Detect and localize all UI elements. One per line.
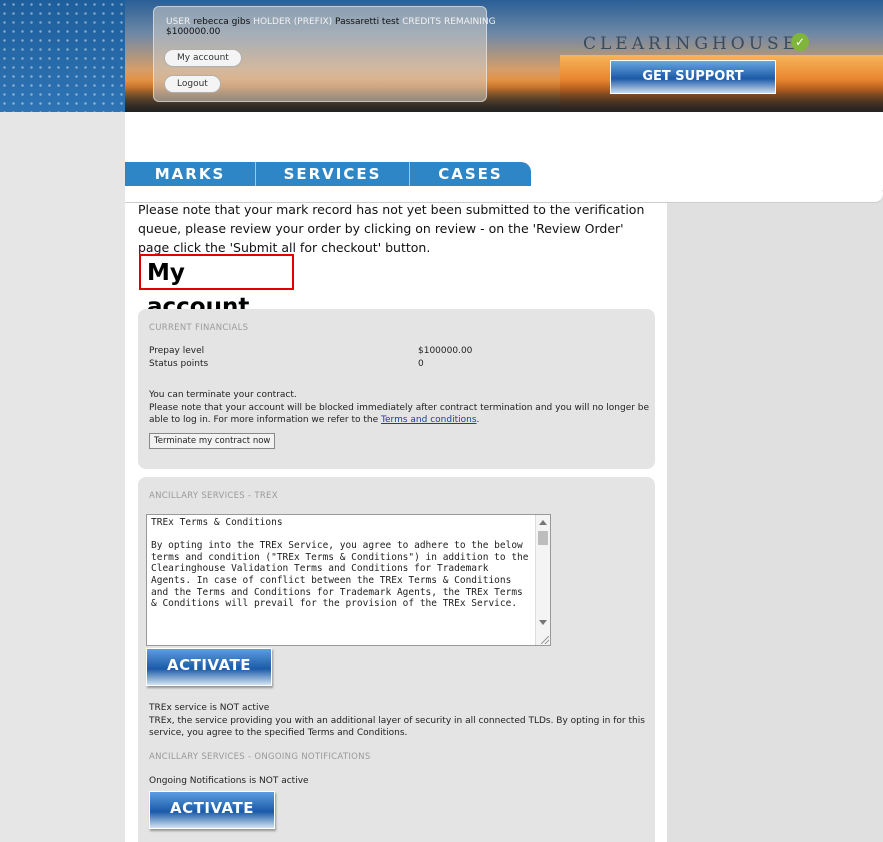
notifications-heading: ANCILLARY SERVICES - ONGOING NOTIFICATIO… xyxy=(149,752,371,762)
tab-marks[interactable]: MARKS xyxy=(125,162,256,186)
activate-trex-button[interactable]: ACTIVATE xyxy=(146,648,272,686)
check-icon: ✓ xyxy=(791,33,809,51)
trex-status: TREx service is NOT active xyxy=(149,703,270,713)
termination-warning: Please note that your account will be bl… xyxy=(149,402,654,426)
page-title: My account xyxy=(139,254,294,320)
header-banner: USER rebecca gibs HOLDER (PREFIX) Passar… xyxy=(0,0,883,112)
terminate-info: You can terminate your contract. xyxy=(149,390,297,400)
prepay-level-value: $100000.00 xyxy=(418,346,473,356)
tab-services[interactable]: SERVICES xyxy=(256,162,410,186)
my-account-button[interactable]: My account xyxy=(164,49,242,67)
get-support-button[interactable]: GET SUPPORT xyxy=(610,60,776,94)
trex-terms-text: TREx Terms & Conditions By opting into t… xyxy=(151,517,529,610)
user-info-line: USER rebecca gibs HOLDER (PREFIX) Passar… xyxy=(166,17,496,27)
scroll-down-icon[interactable] xyxy=(539,620,547,625)
activate-notifications-button[interactable]: ACTIVATE xyxy=(149,791,275,829)
terminate-contract-button[interactable]: Terminate my contract now xyxy=(149,433,276,449)
left-background xyxy=(0,0,125,842)
tab-cases[interactable]: CASES xyxy=(410,162,531,186)
status-points-label: Status points xyxy=(149,359,209,369)
terms-and-conditions-link[interactable]: Terms and conditions xyxy=(381,415,476,425)
prepay-level-label: Prepay level xyxy=(149,346,205,356)
scroll-thumb[interactable] xyxy=(538,531,548,545)
trex-terms-textarea[interactable]: TREx Terms & Conditions By opting into t… xyxy=(146,514,551,646)
warning-period: . xyxy=(476,415,480,425)
resize-handle-icon[interactable] xyxy=(541,636,549,644)
right-sidebar-background xyxy=(667,190,883,842)
main-nav-tabs: MARKS SERVICES CASES xyxy=(125,162,531,186)
holder-label: HOLDER (PREFIX) xyxy=(253,17,333,27)
user-name: rebecca gibs xyxy=(193,17,251,27)
user-info-panel: USER rebecca gibs HOLDER (PREFIX) Passar… xyxy=(153,6,496,102)
header-pattern xyxy=(0,0,125,112)
financials-heading: CURRENT FINANCIALS xyxy=(149,323,249,333)
scroll-up-icon[interactable] xyxy=(539,520,547,525)
notifications-status: Ongoing Notifications is NOT active xyxy=(149,776,309,786)
logout-button[interactable]: Logout xyxy=(164,75,221,93)
credits-value: $100000.00 xyxy=(166,27,221,37)
trex-description: TREx, the service providing you with an … xyxy=(149,716,645,738)
ancillary-services-panel: ANCILLARY SERVICES - TREX TREx Terms & C… xyxy=(138,477,655,842)
user-label: USER xyxy=(166,17,191,27)
status-points-value: 0 xyxy=(418,359,424,369)
holder-name: Passaretti test xyxy=(335,17,400,27)
brand-logo: CLEARINGHOUSE xyxy=(583,34,800,54)
credits-label: CREDITS REMAINING xyxy=(402,17,496,27)
submission-notice: Please note that your mark record has no… xyxy=(138,202,645,255)
trex-heading: ANCILLARY SERVICES - TREX xyxy=(149,491,278,501)
financials-panel: CURRENT FINANCIALS Prepay level $100000.… xyxy=(138,309,655,469)
terms-scrollbar[interactable] xyxy=(535,515,550,645)
